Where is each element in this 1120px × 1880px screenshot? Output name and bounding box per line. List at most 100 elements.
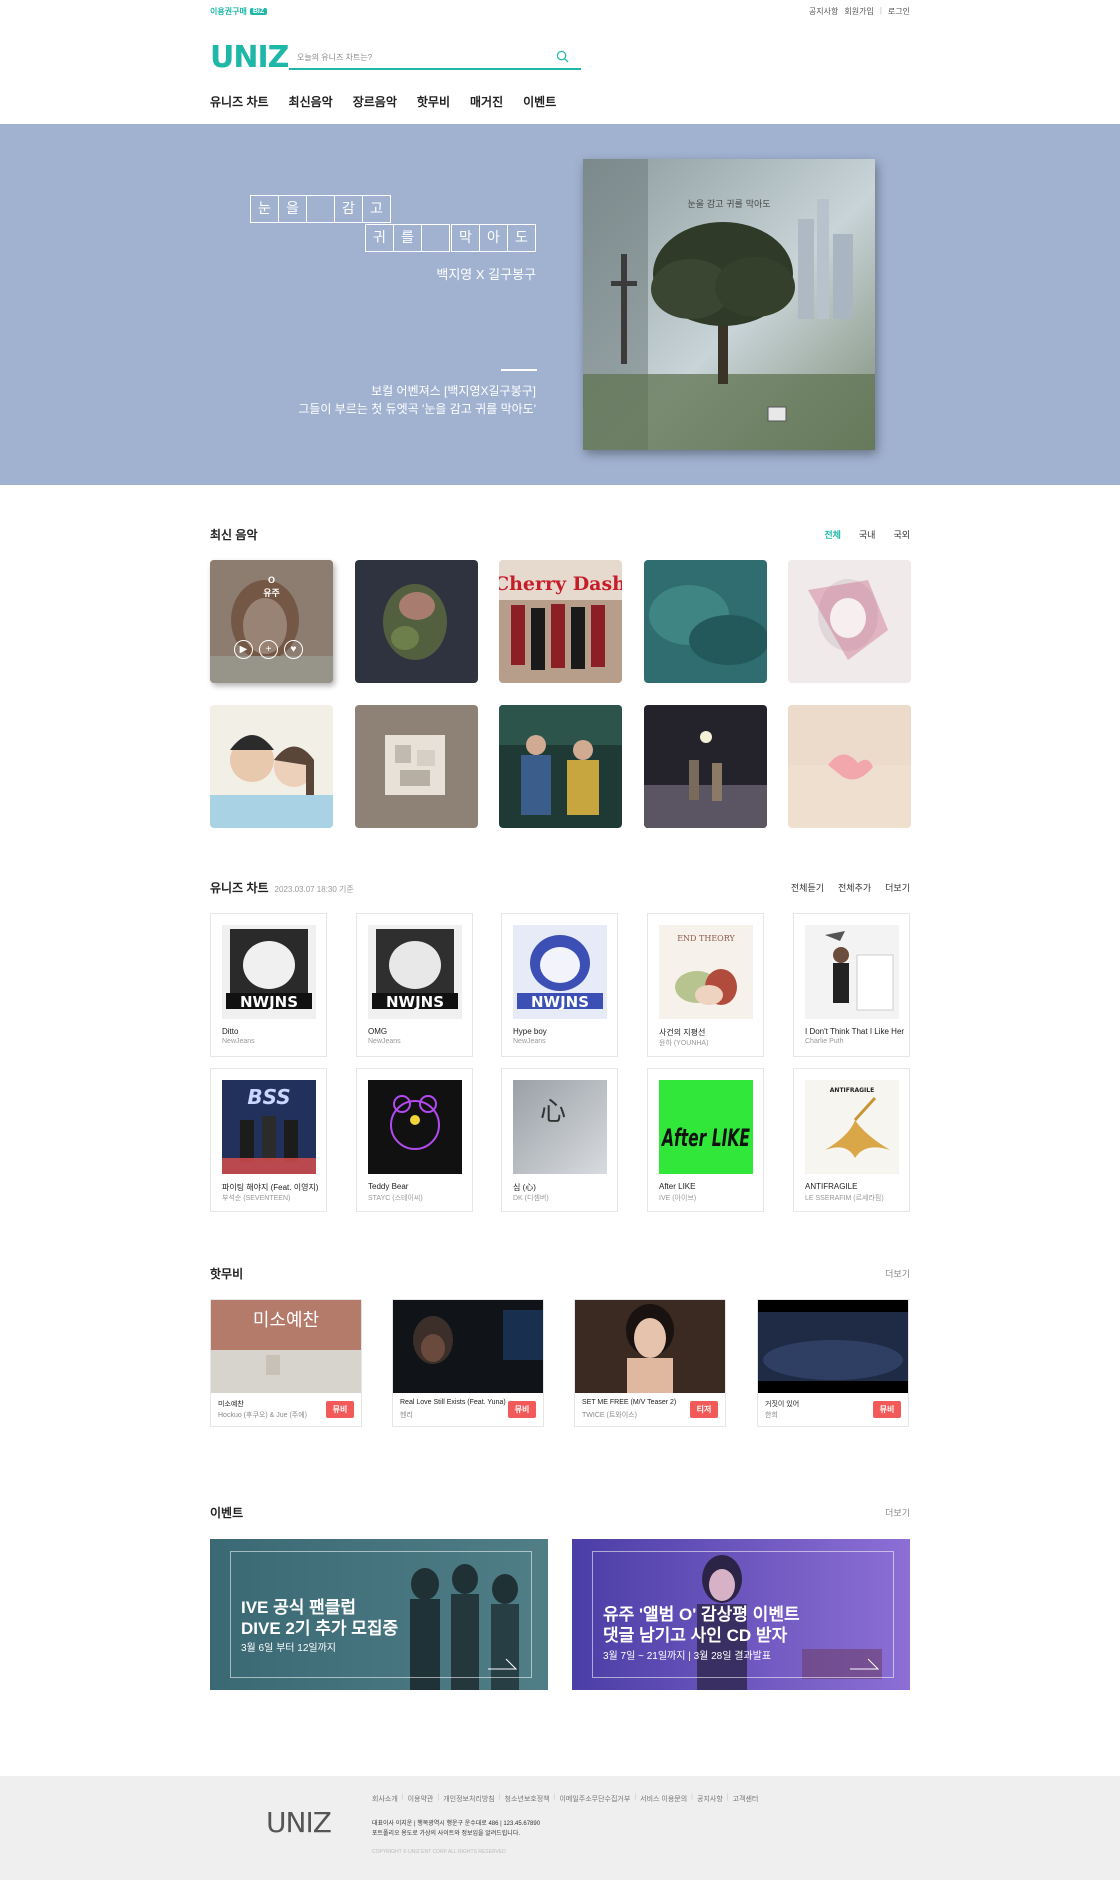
footer-link-support[interactable]: 고객센터 bbox=[733, 1794, 759, 1804]
chart-card[interactable]: 心 심 (心) DK (디셈버) bbox=[501, 1068, 618, 1212]
chart-card[interactable]: ANTIFRAGILE ANTIFRAGILE LE SSERAFIM (르세라… bbox=[793, 1068, 910, 1212]
event-banner[interactable]: IVE 공식 팬클럽 DIVE 2기 추가 모집중 3월 6일 부터 12일까지 bbox=[210, 1539, 548, 1690]
album-tile[interactable] bbox=[499, 705, 622, 828]
mv-card[interactable]: Real Love Still Exists (Feat. Yuna) 헨리 뮤… bbox=[392, 1299, 544, 1427]
event-headline-sub: DIVE 2기 추가 모집중 bbox=[241, 1619, 399, 1638]
album-tile[interactable] bbox=[210, 705, 333, 828]
hero-banner[interactable]: 눈 을 감 고 귀 를 막 아 도 백지영 X 길구봉구 보컬 어벤져스 [백지… bbox=[0, 124, 1120, 485]
song-artist[interactable]: STAYC (스테이씨) bbox=[368, 1193, 423, 1203]
mv-badge[interactable]: 티저 bbox=[690, 1401, 718, 1418]
mv-artist: TWICE (트와이스) bbox=[582, 1412, 637, 1419]
song-title[interactable]: After LIKE bbox=[659, 1182, 695, 1191]
purchase-link[interactable]: 이용권구매 bbox=[210, 6, 247, 17]
album-tile[interactable] bbox=[788, 705, 911, 828]
song-title[interactable]: OMG bbox=[368, 1027, 387, 1036]
footer-divider: | bbox=[401, 1794, 404, 1801]
hot-movie-more-link[interactable]: 더보기 bbox=[885, 1267, 910, 1280]
mv-badge[interactable]: 뮤비 bbox=[326, 1401, 354, 1418]
tile-hover-label: O 유주 bbox=[263, 575, 280, 598]
nav-genre-music[interactable]: 장르음악 bbox=[353, 93, 397, 110]
hero-title-char bbox=[306, 195, 335, 223]
album-tile[interactable] bbox=[644, 705, 767, 828]
hero-title-char: 아 bbox=[479, 224, 508, 252]
chart-card[interactable]: BSS 파이팅 해야지 (Feat. 이영지) 부석순 (SEVENTEEN) bbox=[210, 1068, 327, 1212]
song-artist[interactable]: NewJeans bbox=[513, 1038, 546, 1045]
site-footer: UNIZ 회사소개 | 이용약관 | 개인정보처리방침 | 청소년보호정책 | 이메일주… bbox=[0, 1776, 1120, 1880]
notice-link[interactable]: 공지사항 bbox=[809, 6, 838, 17]
chart-card[interactable]: Teddy Bear STAYC (스테이씨) bbox=[356, 1068, 473, 1212]
chart-card[interactable]: NWJNS OMG NewJeans bbox=[356, 913, 473, 1057]
footer-link-company[interactable]: 회사소개 bbox=[372, 1794, 398, 1804]
mv-card[interactable]: 미소예찬 미소예찬 Hockuo (후쿠오) & Jue (주에) 뮤비 bbox=[210, 1299, 362, 1427]
play-icon[interactable]: ▶ bbox=[234, 640, 253, 659]
chart-more-link[interactable]: 더보기 bbox=[885, 881, 910, 894]
nav-magazine[interactable]: 매거진 bbox=[470, 93, 503, 110]
footer-link-email-policy[interactable]: 이메일주소무단수집거부 bbox=[559, 1794, 630, 1804]
song-artist[interactable]: 부석순 (SEVENTEEN) bbox=[222, 1193, 290, 1203]
event-banner[interactable]: 유주 '앨범 O' 감상평 이벤트 댓글 남기고 사인 CD 받자 3월 7일 … bbox=[572, 1539, 910, 1690]
mv-badge[interactable]: 뮤비 bbox=[508, 1401, 536, 1418]
mv-thumbnail bbox=[758, 1300, 908, 1393]
filter-domestic[interactable]: 국내 bbox=[859, 528, 876, 541]
footer-link-notice[interactable]: 공지사항 bbox=[697, 1794, 723, 1804]
album-tile[interactable] bbox=[644, 560, 767, 683]
footer-link-inquiry[interactable]: 서비스 이용문의 bbox=[640, 1794, 687, 1804]
footer-link-terms[interactable]: 이용약관 bbox=[408, 1794, 434, 1804]
song-title[interactable]: 파이팅 해야지 (Feat. 이영지) bbox=[222, 1182, 318, 1193]
chart-card[interactable]: I Don't Think That I Like Her Charlie Pu… bbox=[793, 913, 910, 1057]
song-title[interactable]: Hype boy bbox=[513, 1027, 547, 1036]
footer-link-youth[interactable]: 청소년보호정책 bbox=[505, 1794, 550, 1804]
util-purchase[interactable]: 이용권구매 BIZ bbox=[210, 6, 268, 17]
song-title[interactable]: Ditto bbox=[222, 1027, 238, 1036]
chart-card[interactable]: NWJNS Ditto NewJeans bbox=[210, 913, 327, 1057]
mv-card[interactable]: SET ME FREE (M/V Teaser 2) TWICE (트와이스) … bbox=[574, 1299, 726, 1427]
chart-card[interactable]: After LIKE After LIKE IVE (아이브) bbox=[647, 1068, 764, 1212]
song-title[interactable]: 심 (心) bbox=[513, 1182, 536, 1193]
album-tile[interactable]: Cherry Dash bbox=[499, 560, 622, 683]
nav-event[interactable]: 이벤트 bbox=[523, 93, 556, 110]
song-artist[interactable]: LE SSERAFIM (르세라핌) bbox=[805, 1193, 884, 1203]
chart-card[interactable]: NWJNS Hype boy NewJeans bbox=[501, 913, 618, 1057]
hero-album-cover[interactable]: 눈을 감고 귀를 막아도 bbox=[583, 159, 875, 450]
heart-icon[interactable]: ♥ bbox=[284, 640, 303, 659]
song-title[interactable]: ANTIFRAGILE bbox=[805, 1182, 857, 1191]
filter-all[interactable]: 전체 bbox=[824, 528, 841, 541]
song-artist[interactable]: 윤하 (YOUNHA) bbox=[659, 1038, 708, 1048]
section-title-chart: 유니즈 차트 2023.03.07 18:30 기준 bbox=[210, 881, 354, 895]
song-title[interactable]: 사건의 지평선 bbox=[659, 1027, 705, 1038]
mv-card[interactable]: 거짓이 있어 한희 뮤비 bbox=[757, 1299, 909, 1427]
search-input[interactable] bbox=[289, 46, 549, 68]
login-link[interactable]: 로그인 bbox=[888, 6, 910, 17]
song-artist[interactable]: NewJeans bbox=[368, 1038, 401, 1045]
chart-cover bbox=[805, 925, 899, 1019]
event-more-link[interactable]: 더보기 bbox=[885, 1506, 910, 1519]
search-icon[interactable] bbox=[556, 50, 569, 63]
footer-company-info: 대표이사 이지운 | 행복광역시 행운구 운수대로 486 | 123.45.6… bbox=[372, 1821, 541, 1827]
album-tile[interactable] bbox=[788, 560, 911, 683]
nav-hot-movie[interactable]: 핫무비 bbox=[417, 93, 450, 110]
song-artist[interactable]: Charlie Puth bbox=[805, 1038, 844, 1045]
filter-international[interactable]: 국외 bbox=[893, 528, 910, 541]
footer-link-privacy[interactable]: 개인정보처리방침 bbox=[443, 1794, 495, 1804]
song-artist[interactable]: IVE (아이브) bbox=[659, 1193, 696, 1203]
site-logo[interactable]: UNIZ bbox=[210, 40, 289, 75]
add-all-button[interactable]: 전체추가 bbox=[838, 881, 871, 894]
song-title[interactable]: Teddy Bear bbox=[368, 1182, 408, 1191]
nav-latest-music[interactable]: 최신음악 bbox=[289, 93, 333, 110]
album-tile[interactable] bbox=[355, 560, 478, 683]
hero-title-char: 도 bbox=[507, 224, 536, 252]
footer-logo[interactable]: UNIZ bbox=[266, 1806, 332, 1839]
signup-link[interactable]: 회원가입 bbox=[844, 6, 873, 17]
album-tile[interactable] bbox=[355, 705, 478, 828]
song-artist[interactable]: NewJeans bbox=[222, 1038, 255, 1045]
event-date: 3월 7일 ~ 21일까지 | 3월 28일 결과발표 bbox=[603, 1651, 772, 1662]
play-all-button[interactable]: 전체듣기 bbox=[791, 881, 824, 894]
song-artist[interactable]: DK (디셈버) bbox=[513, 1193, 549, 1203]
add-icon[interactable]: + bbox=[259, 640, 278, 659]
mv-title: 미소예찬 bbox=[218, 1401, 244, 1408]
chart-card[interactable]: END THEORY 사건의 지평선 윤하 (YOUNHA) bbox=[647, 913, 764, 1057]
mv-badge[interactable]: 뮤비 bbox=[873, 1401, 901, 1418]
song-title[interactable]: I Don't Think That I Like Her bbox=[805, 1027, 904, 1036]
album-tile[interactable]: O 유주 ▶ + ♥ bbox=[210, 560, 333, 683]
nav-uniz-chart[interactable]: 유니즈 차트 bbox=[210, 93, 269, 110]
